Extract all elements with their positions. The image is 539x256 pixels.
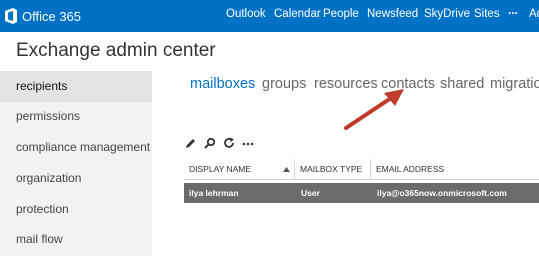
table-row[interactable]: ilya lehrman User ilya@o365now.onmicroso… xyxy=(184,183,539,203)
tab-migration[interactable]: migratio xyxy=(490,76,539,92)
sidebar-item-mail-flow[interactable]: mail flow xyxy=(0,224,152,255)
nav-calendar[interactable]: Calendar xyxy=(274,8,321,20)
page-title: Exchange admin center xyxy=(16,40,216,61)
office-logo-icon xyxy=(5,8,17,24)
column-header-display-name[interactable]: DISPLAY NAME xyxy=(184,159,292,180)
toolbar xyxy=(184,136,260,150)
nav-newsfeed[interactable]: Newsfeed xyxy=(367,8,418,20)
nav-outlook[interactable]: Outlook xyxy=(226,8,266,20)
office365-logo[interactable]: Office 365 xyxy=(4,7,81,25)
mailbox-table: DISPLAY NAME MAILBOX TYPE EMAIL ADDRESS … xyxy=(184,159,539,203)
refresh-icon[interactable] xyxy=(222,136,236,150)
tab-mailboxes[interactable]: mailboxes xyxy=(190,76,255,92)
sort-ascending-icon[interactable] xyxy=(283,167,290,172)
cell-display-name: ilya lehrman xyxy=(189,188,239,198)
nav-people[interactable]: People xyxy=(323,8,359,20)
more-icon[interactable] xyxy=(241,136,255,150)
sidebar-item-protection[interactable]: protection xyxy=(0,194,152,225)
brand-name: Office 365 xyxy=(22,8,82,24)
column-header-email-address-label: EMAIL ADDRESS xyxy=(376,164,445,174)
column-header-display-name-label: DISPLAY NAME xyxy=(189,164,252,174)
sidebar-item-recipients[interactable]: recipients xyxy=(0,71,152,102)
sidebar-item-compliance-management[interactable]: compliance management xyxy=(0,132,152,163)
cell-email-address: ilya@o365now.onmicrosoft.com xyxy=(377,188,507,198)
table-header: DISPLAY NAME MAILBOX TYPE EMAIL ADDRESS xyxy=(184,159,539,180)
sidebar-item-permissions[interactable]: permissions xyxy=(0,101,152,132)
tab-shared[interactable]: shared xyxy=(440,76,484,92)
column-header-mailbox-type-label: MAILBOX TYPE xyxy=(300,164,363,174)
search-icon[interactable] xyxy=(203,136,217,150)
tab-groups[interactable]: groups xyxy=(262,76,306,92)
column-header-email-address[interactable]: EMAIL ADDRESS xyxy=(370,159,539,180)
office365-header-bar: Office 365 Outlook Calendar People Newsf… xyxy=(0,0,539,32)
nav-more[interactable]: ... xyxy=(508,5,518,17)
column-header-mailbox-type[interactable]: MAILBOX TYPE xyxy=(294,159,368,180)
cell-mailbox-type: User xyxy=(301,188,320,198)
annotation-arrow xyxy=(344,89,404,130)
nav-skydrive[interactable]: SkyDrive xyxy=(424,8,470,20)
sidebar: recipients permissions compliance manage… xyxy=(0,71,152,256)
nav-admin[interactable]: Ad xyxy=(529,8,539,20)
pencil-icon[interactable] xyxy=(184,136,198,150)
nav-sites[interactable]: Sites xyxy=(474,8,500,20)
sidebar-item-organization[interactable]: organization xyxy=(0,163,152,194)
